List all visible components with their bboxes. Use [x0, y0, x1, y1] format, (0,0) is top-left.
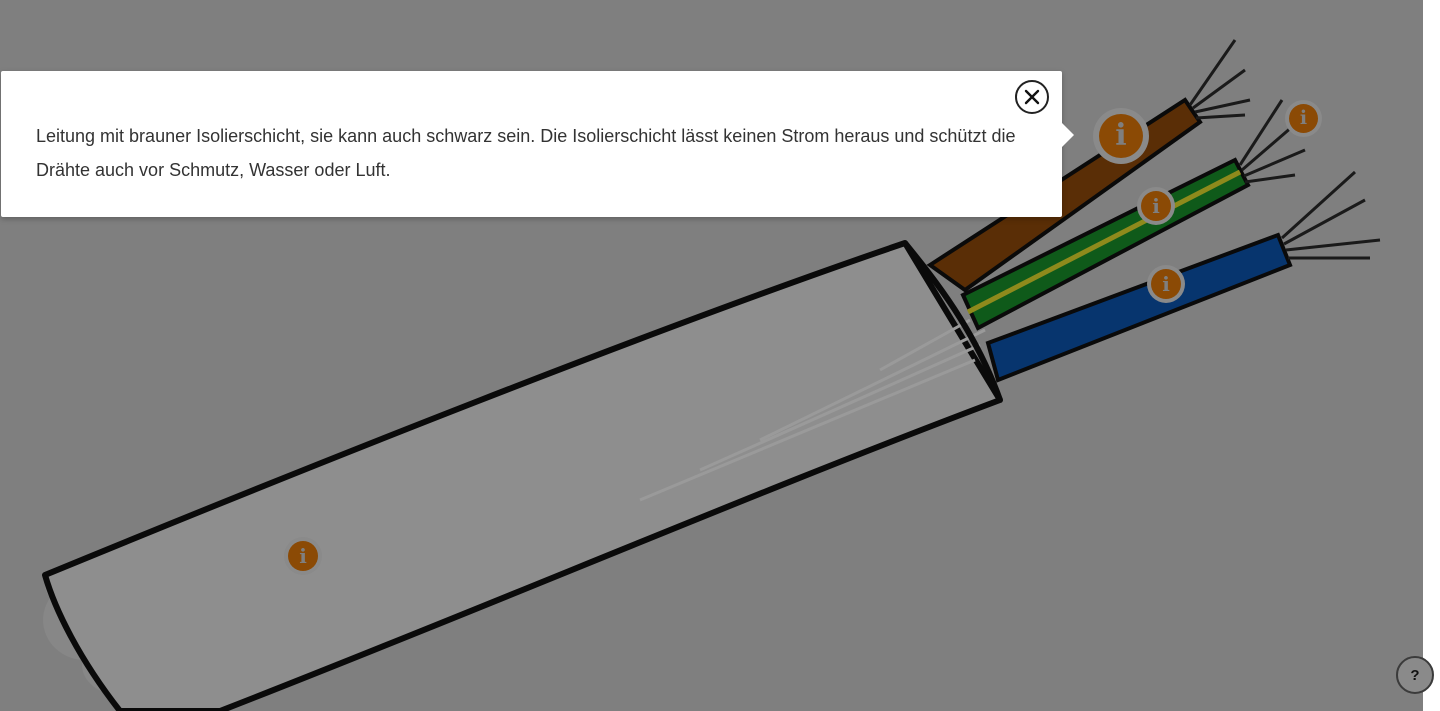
popup-pointer: [1061, 122, 1074, 148]
info-hotspot-brown-wire[interactable]: i: [1093, 108, 1149, 164]
info-icon: i: [1151, 269, 1181, 299]
info-hotspot-blue-wire[interactable]: i: [1147, 265, 1185, 303]
info-hotspot-cable-sheath[interactable]: i: [284, 537, 322, 575]
popup-text: Leitung mit brauner Isolierschicht, sie …: [36, 126, 1016, 180]
cable-sheath: [42, 240, 1003, 711]
page-margin: [1423, 0, 1440, 711]
info-popup: Leitung mit brauner Isolierschicht, sie …: [1, 71, 1062, 217]
close-icon: [1024, 89, 1040, 105]
info-icon: i: [1141, 191, 1171, 221]
info-hotspot-brown-wire-tips[interactable]: i: [1285, 100, 1322, 137]
info-hotspot-green-yellow-wire[interactable]: i: [1137, 187, 1175, 225]
info-icon: i: [1099, 114, 1143, 158]
info-icon: i: [288, 541, 318, 571]
help-button[interactable]: ?: [1396, 656, 1434, 694]
info-icon: i: [1289, 104, 1318, 133]
stage: i i i i i Leitung mit brauner Isoliersch…: [0, 0, 1440, 711]
close-popup-button[interactable]: [1015, 80, 1049, 114]
